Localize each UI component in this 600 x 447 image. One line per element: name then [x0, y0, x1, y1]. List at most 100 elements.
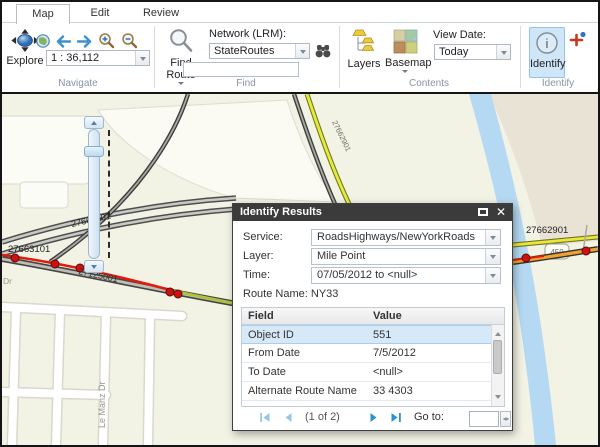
find-route-button[interactable]: Find Route	[160, 28, 202, 86]
zoom-slider-down-button[interactable]	[84, 260, 104, 273]
layer-combobox[interactable]: Mile Point	[311, 248, 501, 265]
chevron-down-icon	[501, 51, 507, 58]
layer-label: Layer:	[243, 248, 309, 264]
tab-review[interactable]: Review	[132, 4, 190, 23]
chevron-down-icon	[140, 57, 146, 64]
pager-position-text: (1 of 2)	[305, 411, 340, 423]
map-zoom-slider[interactable]	[82, 116, 116, 276]
network-lrm-value: StateRoutes	[214, 44, 293, 58]
ribbon: Map Edit Review Explore	[2, 2, 598, 92]
route-name-label: Route Name:	[243, 288, 308, 300]
field-cell: Object ID	[248, 326, 366, 344]
scrollbar-thumb[interactable]	[493, 340, 502, 374]
time-dropdown-arrow[interactable]	[485, 268, 500, 283]
chevron-down-icon	[490, 274, 496, 281]
full-extent-globe-icon[interactable]	[35, 33, 51, 49]
view-date-label: View Date:	[433, 29, 486, 41]
basemap-tiles-icon	[393, 29, 418, 54]
binoculars-search-icon[interactable]	[314, 44, 332, 59]
group-separator	[339, 26, 340, 88]
view-date-dropdown-arrow[interactable]	[496, 45, 510, 59]
identify-button[interactable]: i Identify	[529, 27, 565, 78]
value-cell: 7/5/2012	[373, 344, 489, 362]
table-row[interactable]: Object ID 551	[242, 325, 491, 344]
goto-spinner[interactable]	[500, 411, 511, 427]
layers-button[interactable]: Layers	[346, 29, 382, 75]
table-scrollbar[interactable]	[491, 325, 504, 406]
scroll-down-icon[interactable]	[495, 395, 501, 402]
dialog-titlebar[interactable]: Identify Results ✕	[233, 204, 512, 221]
view-date-combobox[interactable]: Today	[434, 44, 511, 60]
layer-dropdown-arrow[interactable]	[485, 249, 500, 264]
tab-edit[interactable]: Edit	[76, 4, 124, 23]
street-name-edge-label: Dr	[3, 276, 12, 286]
previous-result-button[interactable]	[282, 411, 295, 424]
field-cell: To Date	[248, 363, 366, 381]
time-label: Time:	[243, 267, 309, 283]
result-pager: (1 of 2) Go to:	[233, 408, 512, 430]
identify-circle-i-icon: i	[535, 31, 559, 55]
value-cell: <null>	[373, 363, 489, 381]
layer-value: Mile Point	[317, 249, 483, 264]
close-icon[interactable]: ✕	[496, 205, 506, 220]
goto-input[interactable]	[469, 411, 499, 427]
back-arrow-icon[interactable]	[54, 35, 72, 48]
service-combobox[interactable]: RoadsHighways/NewYorkRoads	[311, 229, 501, 246]
service-dropdown-arrow[interactable]	[485, 230, 500, 245]
zoom-slider-ticks	[108, 130, 110, 258]
route-id-label-ne: 27662901	[526, 225, 568, 236]
explore-label: Explore	[4, 55, 46, 67]
map-parcel	[20, 182, 68, 208]
zoom-slider-up-button[interactable]	[84, 116, 104, 129]
identify-label: Identify	[530, 58, 564, 70]
group-label-contents: Contents	[389, 78, 469, 91]
view-date-value: Today	[439, 45, 494, 59]
map-scale-dropdown-arrow[interactable]	[135, 51, 149, 65]
value-column-header: Value	[373, 308, 502, 324]
maximize-icon[interactable]	[478, 208, 488, 216]
route-name-row: Route Name: NY33	[243, 288, 338, 300]
group-label-navigate: Navigate	[38, 78, 118, 91]
find-route-magnifier-icon	[168, 28, 194, 54]
street-name-label: Le Manz Dr	[97, 381, 107, 428]
spinner-down-icon[interactable]	[503, 418, 509, 424]
map-scale-value: 1 : 36,112	[51, 51, 133, 65]
chevron-down-icon	[178, 82, 184, 88]
chevron-up-icon	[91, 118, 97, 125]
tab-map[interactable]: Map	[16, 4, 70, 24]
service-value: RoadsHighways/NewYorkRoads	[317, 230, 483, 245]
network-lrm-dropdown-arrow[interactable]	[295, 44, 309, 58]
zoom-out-icon[interactable]	[121, 32, 138, 49]
network-lrm-combobox[interactable]: StateRoutes	[209, 43, 310, 59]
ribbon-tabstrip: Map Edit Review	[2, 2, 598, 23]
basemap-button[interactable]: Basemap	[385, 29, 425, 83]
forward-arrow-icon[interactable]	[76, 35, 94, 48]
last-result-button[interactable]	[389, 411, 402, 424]
route-id-label-west: 27663101	[8, 244, 50, 255]
application-window: Map Edit Review Explore	[0, 0, 600, 447]
field-column-header: Field	[248, 308, 366, 324]
first-result-button[interactable]	[259, 411, 272, 424]
map-view[interactable]: 450 27663001 27663101 27125001 27662901 …	[2, 92, 598, 445]
layers-toc-icon	[352, 29, 376, 55]
value-cell: 551	[373, 326, 489, 344]
zoom-slider-handle[interactable]	[84, 146, 104, 157]
time-value: 07/05/2012 to <null>	[317, 268, 483, 283]
zoom-in-icon[interactable]	[98, 32, 115, 49]
identify-results-dialog: Identify Results ✕ Service: RoadsHighway…	[232, 203, 513, 431]
table-row[interactable]: To Date <null>	[242, 363, 491, 382]
chevron-down-icon	[490, 236, 496, 243]
time-combobox[interactable]: 07/05/2012 to <null>	[311, 267, 501, 284]
goto-label: Go to:	[414, 411, 444, 423]
map-scale-combobox[interactable]: 1 : 36,112	[46, 50, 150, 66]
identify-route-tool-icon[interactable]	[569, 31, 587, 48]
table-row[interactable]: Alternate Route Name 33 4303	[242, 382, 491, 401]
attribute-table: Field Value Object ID 551 From Date 7/5/…	[241, 307, 505, 407]
value-cell: 33 4303	[373, 382, 489, 400]
chevron-down-icon	[402, 70, 408, 76]
next-result-button[interactable]	[367, 411, 380, 424]
layers-label: Layers	[346, 58, 382, 70]
table-row[interactable]: From Date 7/5/2012	[242, 344, 491, 363]
scroll-up-icon[interactable]	[495, 329, 501, 336]
find-route-value-input[interactable]	[183, 62, 299, 77]
